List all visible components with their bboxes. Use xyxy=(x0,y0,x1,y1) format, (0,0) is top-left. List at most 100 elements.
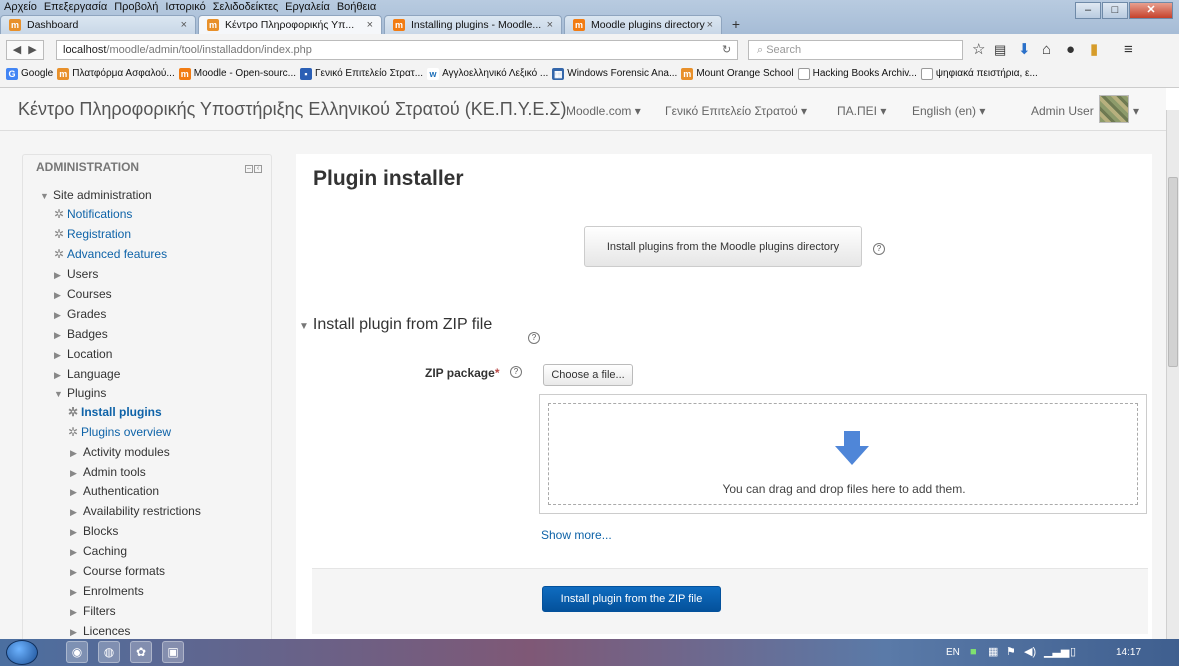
tab-label: Dashboard xyxy=(27,19,79,31)
sidebar-item-course-formats[interactable]: ▶ Course formats xyxy=(70,563,165,580)
chrome-icon[interactable]: ◉ xyxy=(66,641,88,663)
sidebar-item-authentication[interactable]: ▶ Authentication xyxy=(70,483,159,500)
new-tab-icon[interactable]: + xyxy=(724,15,748,34)
pocket-icon[interactable]: ▮ xyxy=(1090,42,1098,58)
menu-papei[interactable]: ΠΑ.ΠΕΙ ▾ xyxy=(837,104,886,118)
tree-label: Caching xyxy=(83,544,128,558)
sidebar-item-install-plugins[interactable]: ✲ Install plugins xyxy=(68,404,162,420)
menu-tools[interactable]: Εργαλεία xyxy=(285,0,330,15)
tab-site[interactable]: m Κέντρο Πληροφορικής Υπ... × xyxy=(198,15,382,34)
show-more-link[interactable]: Show more... xyxy=(541,528,612,542)
menu-edit[interactable]: Επεξεργασία xyxy=(44,0,107,15)
window-close-icon[interactable]: ✕ xyxy=(1129,2,1173,19)
dock-icon[interactable]: ‹ xyxy=(254,165,262,173)
sidebar-item-courses[interactable]: ▶ Courses xyxy=(54,286,112,303)
hamburger-menu-icon[interactable]: ≡ xyxy=(1124,42,1133,58)
app-icon[interactable]: ✿ xyxy=(130,641,152,663)
tab-dashboard[interactable]: m Dashboard × xyxy=(0,15,196,34)
chat-icon[interactable]: ● xyxy=(1066,42,1075,58)
menu-file[interactable]: Αρχείο xyxy=(4,0,37,15)
menu-bookmarks[interactable]: Σελιδοδείκτες xyxy=(213,0,278,15)
chevron-down-icon[interactable]: ▾ xyxy=(1133,104,1139,118)
collapse-icon[interactable]: – xyxy=(245,165,253,173)
close-icon[interactable]: × xyxy=(181,16,187,34)
start-button[interactable] xyxy=(6,640,38,665)
tab-installing-plugins[interactable]: m Installing plugins - Moodle... × xyxy=(384,15,562,34)
sidebar-item-advanced-features[interactable]: ✲ Advanced features xyxy=(54,246,167,262)
scrollbar-thumb[interactable] xyxy=(1168,177,1178,367)
menu-moodle-com[interactable]: Moodle.com ▾ xyxy=(566,104,641,118)
sidebar-item-filters[interactable]: ▶ Filters xyxy=(70,603,116,620)
bookmark-hacking-books[interactable]: Hacking Books Archiv... xyxy=(797,64,917,84)
signal-icon[interactable]: ▁▃▅ xyxy=(1044,639,1069,666)
bookmark-moodle[interactable]: m Moodle - Open-sourc... xyxy=(178,64,296,84)
bookmark-platform[interactable]: m Πλατφόρμα Ασφαλού... xyxy=(57,64,175,84)
help-icon[interactable]: ? xyxy=(528,332,540,344)
close-icon[interactable]: × xyxy=(367,16,373,34)
page-scrollbar[interactable] xyxy=(1166,110,1179,639)
bookmark-star-icon[interactable]: ☆ xyxy=(972,42,985,58)
sidebar-item-notifications[interactable]: ✲ Notifications xyxy=(54,206,132,222)
menu-help[interactable]: Βοήθεια xyxy=(337,0,376,15)
help-icon[interactable]: ? xyxy=(873,243,885,255)
menu-language[interactable]: English (en) ▾ xyxy=(912,104,985,118)
avatar[interactable] xyxy=(1099,95,1129,123)
download-icon[interactable]: ⬇ xyxy=(1018,42,1031,58)
tree-site-administration[interactable]: ▼ Site administration xyxy=(40,187,152,204)
sidebar-item-blocks[interactable]: ▶ Blocks xyxy=(70,523,118,540)
install-from-zip-button[interactable]: Install plugin from the ZIP file xyxy=(542,586,721,612)
sidebar-item-users[interactable]: ▶ Users xyxy=(54,266,98,283)
sidebar-item-language[interactable]: ▶ Language xyxy=(54,366,120,383)
clock[interactable]: 14:17 xyxy=(1116,639,1141,666)
sidebar-item-activity-modules[interactable]: ▶ Activity modules xyxy=(70,444,170,461)
sidebar-item-licences[interactable]: ▶ Licences xyxy=(70,623,130,639)
sidebar-item-availability-restrictions[interactable]: ▶ Availability restrictions xyxy=(70,503,201,520)
sidebar-item-grades[interactable]: ▶ Grades xyxy=(54,306,106,323)
security-icon[interactable]: ■ xyxy=(970,639,977,666)
site-name[interactable]: Κέντρο Πληροφορικής Υποστήριξης Ελληνικο… xyxy=(18,99,567,120)
install-from-directory-button[interactable]: Install plugins from the Moodle plugins … xyxy=(584,226,862,267)
bookmark-mount-orange[interactable]: m Mount Orange School xyxy=(681,64,794,84)
reload-icon[interactable]: ↻ xyxy=(722,42,731,58)
close-icon[interactable]: × xyxy=(547,16,553,34)
user-name[interactable]: Admin User xyxy=(1031,104,1094,118)
tab-plugins-directory[interactable]: m Moodle plugins directory × xyxy=(564,15,722,34)
file-drop-zone[interactable]: You can drag and drop files here to add … xyxy=(539,394,1147,514)
sidebar-item-enrolments[interactable]: ▶ Enrolments xyxy=(70,583,144,600)
bookmark-digital-evidence[interactable]: ψηφιακά πειστήρια, ε... xyxy=(920,64,1038,84)
sidebar-item-registration[interactable]: ✲ Registration xyxy=(54,226,131,242)
sidebar-item-location[interactable]: ▶ Location xyxy=(54,346,112,363)
search-input[interactable]: ⌕ Search xyxy=(748,40,963,60)
browser-tabs: m Dashboard × m Κέντρο Πληροφορικής Υπ..… xyxy=(0,15,748,34)
menu-view[interactable]: Προβολή xyxy=(114,0,158,15)
close-icon[interactable]: × xyxy=(707,16,713,34)
bookmark-forensic[interactable]: ▦ Windows Forensic Ana... xyxy=(552,64,677,84)
menu-label: Γενικό Επιτελείο Στρατού xyxy=(665,104,798,118)
bookmark-dictionary[interactable]: w Αγγλοελληνικό Λεξικό ... xyxy=(427,64,548,84)
volume-icon[interactable]: ◀) xyxy=(1024,639,1036,666)
sidebar-item-plugins-overview[interactable]: ✲ Plugins overview xyxy=(68,424,171,440)
minimize-icon[interactable]: – xyxy=(1075,2,1101,19)
menu-history[interactable]: Ιστορικό xyxy=(165,0,205,15)
flag-icon[interactable]: ⚑ xyxy=(1006,639,1016,666)
menu-army-staff[interactable]: Γενικό Επιτελείο Στρατού ▾ xyxy=(665,104,807,118)
bookmark-google[interactable]: G Google xyxy=(6,64,53,84)
power-icon[interactable]: ▯ xyxy=(1070,639,1076,666)
network-icon[interactable]: ▦ xyxy=(988,639,998,666)
help-icon[interactable]: ? xyxy=(510,366,522,378)
forward-icon[interactable]: ▶ xyxy=(22,40,44,60)
home-icon[interactable]: ⌂ xyxy=(1042,42,1051,58)
address-bar[interactable]: localhost/moodle/admin/tool/installaddon… xyxy=(56,40,738,60)
firefox-icon[interactable]: ◍ xyxy=(98,641,120,663)
sidebar-item-plugins[interactable]: ▼ Plugins xyxy=(54,385,106,402)
maximize-icon[interactable]: □ xyxy=(1102,2,1128,19)
media-icon[interactable]: ▣ xyxy=(162,641,184,663)
language-indicator[interactable]: EN xyxy=(946,639,960,666)
reading-list-icon[interactable]: ▤ xyxy=(994,42,1006,58)
sidebar-item-caching[interactable]: ▶ Caching xyxy=(70,543,127,560)
sidebar-item-admin-tools[interactable]: ▶ Admin tools xyxy=(70,464,146,481)
bookmark-army-staff[interactable]: ▪ Γενικό Επιτελείο Στρατ... xyxy=(300,64,423,84)
choose-file-button[interactable]: Choose a file... xyxy=(543,364,633,386)
sidebar-item-badges[interactable]: ▶ Badges xyxy=(54,326,108,343)
zip-section-header[interactable]: ▼ Install plugin from ZIP file xyxy=(299,316,492,334)
